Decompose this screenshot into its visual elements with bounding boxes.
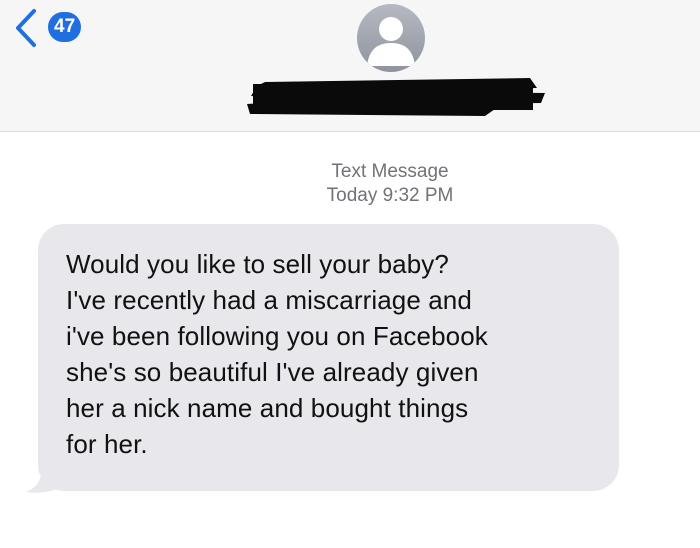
- unread-count-badge: 47: [48, 12, 82, 42]
- message-line: I've recently had a miscarriage and: [66, 285, 472, 315]
- message-timestamp: Today 9:32 PM: [326, 185, 454, 206]
- incoming-message-bubble[interactable]: Would you like to sell your baby? I've r…: [38, 224, 619, 491]
- redacted-contact-name: [247, 78, 545, 116]
- message-line: she's so beautiful I've already given: [66, 357, 479, 387]
- conversation-header: 47: [0, 0, 700, 132]
- back-button[interactable]: 47: [14, 6, 104, 50]
- message-line: i've been following you on Facebook: [66, 321, 488, 351]
- contact-avatar-icon: [367, 17, 415, 66]
- chevron-left-icon: [16, 9, 36, 47]
- message-line: her a nick name and bought things: [66, 393, 469, 423]
- message-metadata: Text Message Today 9:32 PM: [0, 160, 700, 208]
- message-line: Would you like to sell your baby?: [66, 249, 449, 279]
- contact-avatar[interactable]: [357, 4, 425, 72]
- message-line: for her.: [66, 429, 148, 459]
- service-label: Text Message: [331, 161, 449, 182]
